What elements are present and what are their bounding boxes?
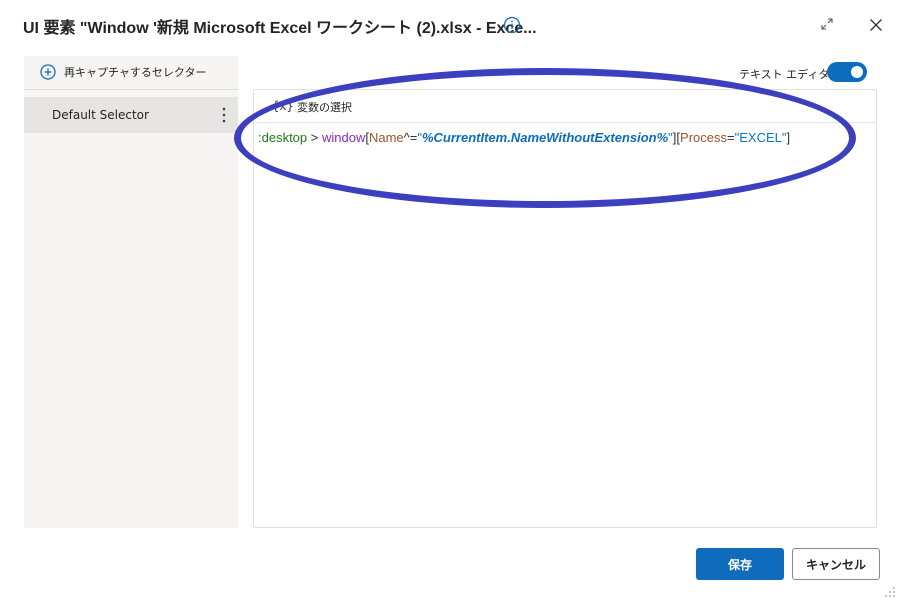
resize-grip-icon[interactable] bbox=[884, 586, 896, 598]
cancel-button[interactable]: キャンセル bbox=[792, 548, 880, 580]
code-process-value: "EXCEL" bbox=[734, 130, 787, 145]
save-button[interactable]: 保存 bbox=[696, 548, 784, 580]
variable-icon: {x} bbox=[272, 99, 294, 113]
code-desktop: :desktop bbox=[258, 130, 308, 145]
select-variable-button[interactable]: 変数の選択 bbox=[297, 99, 352, 115]
code-child-operator: > bbox=[307, 130, 322, 145]
close-icon[interactable] bbox=[867, 16, 885, 34]
add-circle-icon bbox=[40, 64, 56, 80]
code-bracket-close-2: ] bbox=[786, 130, 791, 145]
dialog-title: UI 要素 "Window '新規 Microsoft Excel ワークシート… bbox=[23, 20, 537, 37]
selector-text-editor[interactable]: {x} 変数の選択 :desktop > window[Name^="%Curr… bbox=[253, 89, 877, 528]
selector-code-line[interactable]: :desktop > window[Name^="%CurrentItem.Na… bbox=[258, 130, 790, 145]
code-window-element: window bbox=[321, 130, 366, 145]
code-variable: %CurrentItem.NameWithoutExtension% bbox=[421, 130, 669, 145]
toggle-knob bbox=[851, 66, 863, 78]
text-editor-toggle[interactable] bbox=[827, 62, 867, 82]
code-starts-with-operator: ^= bbox=[403, 130, 418, 145]
selector-sidebar: 再キャプチャするセレクター Default Selector bbox=[24, 56, 238, 528]
code-equals-operator: = bbox=[727, 130, 735, 145]
selector-item-label: Default Selector bbox=[52, 108, 149, 122]
sidebar-divider bbox=[24, 89, 238, 90]
info-icon[interactable] bbox=[503, 16, 521, 34]
recapture-selector-button[interactable]: 再キャプチャするセレクター bbox=[24, 56, 238, 88]
code-process-attribute: Process bbox=[680, 130, 728, 145]
selector-item-default[interactable]: Default Selector bbox=[24, 97, 238, 133]
recapture-selector-label: 再キャプチャするセレクター bbox=[64, 66, 207, 79]
expand-icon[interactable] bbox=[820, 17, 834, 31]
editor-toolbar: {x} 変数の選択 bbox=[254, 90, 876, 123]
text-editor-toggle-label: テキスト エディター bbox=[739, 68, 841, 81]
more-options-icon[interactable] bbox=[220, 106, 228, 124]
code-name-attribute: Name bbox=[368, 130, 404, 145]
